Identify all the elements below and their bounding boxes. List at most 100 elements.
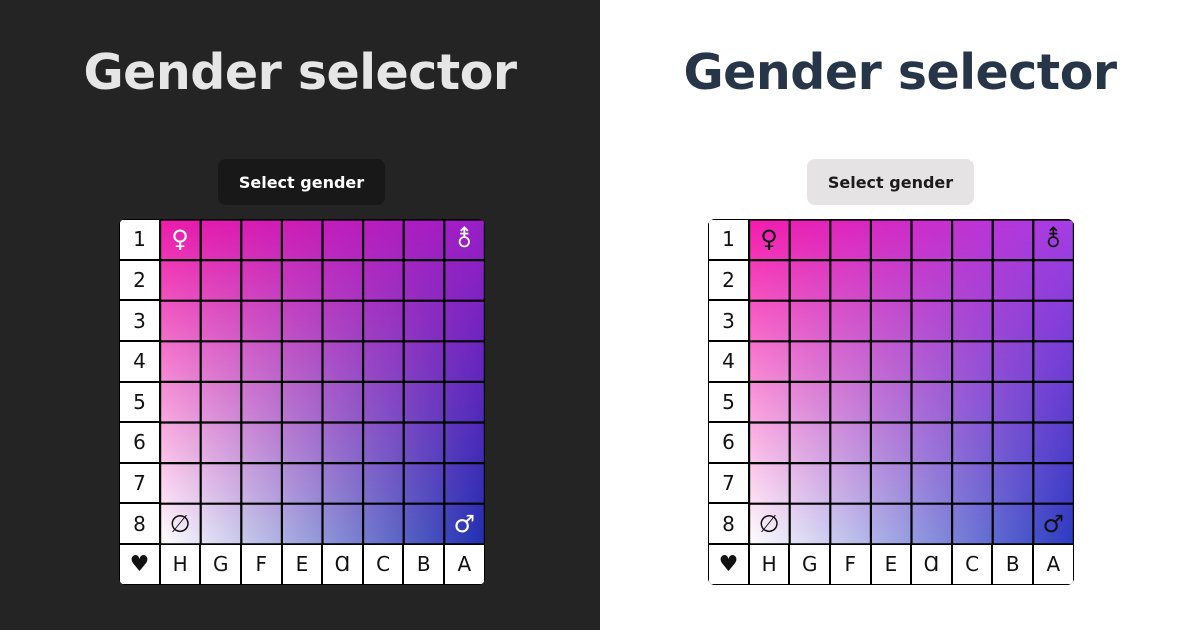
- grid-cell[interactable]: [161, 423, 200, 462]
- grid-cell[interactable]: [953, 504, 992, 543]
- grid-cell[interactable]: [750, 464, 789, 503]
- grid-cell[interactable]: [831, 423, 870, 462]
- grid-cell[interactable]: [283, 464, 322, 503]
- grid-cell[interactable]: [993, 342, 1032, 381]
- grid-cell[interactable]: [404, 301, 443, 340]
- grid-cell[interactable]: [953, 220, 992, 259]
- grid-cell[interactable]: [993, 504, 1032, 543]
- grid-cell[interactable]: [242, 423, 281, 462]
- grid-cell[interactable]: [201, 342, 240, 381]
- grid-cell[interactable]: [993, 220, 1032, 259]
- grid-cell[interactable]: [1034, 261, 1073, 300]
- grid-cell[interactable]: [323, 220, 362, 259]
- grid-cell[interactable]: [831, 261, 870, 300]
- grid-cell[interactable]: [912, 342, 951, 381]
- grid-cell[interactable]: [912, 261, 951, 300]
- grid-cell[interactable]: [283, 423, 322, 462]
- grid-cell[interactable]: [831, 220, 870, 259]
- grid-cell[interactable]: [750, 261, 789, 300]
- grid-cell[interactable]: [201, 504, 240, 543]
- grid-cell[interactable]: [242, 383, 281, 422]
- grid-cell[interactable]: [831, 342, 870, 381]
- grid-cell[interactable]: [323, 383, 362, 422]
- grid-cell[interactable]: [750, 423, 789, 462]
- grid-cell[interactable]: [750, 301, 789, 340]
- grid-cell[interactable]: [201, 220, 240, 259]
- grid-cell[interactable]: [872, 464, 911, 503]
- grid-cell[interactable]: [242, 301, 281, 340]
- grid-cell[interactable]: [445, 261, 484, 300]
- grid-cell[interactable]: [404, 342, 443, 381]
- grid-cell[interactable]: [445, 301, 484, 340]
- grid-cell[interactable]: [242, 504, 281, 543]
- grid-cell[interactable]: [161, 301, 200, 340]
- grid-cell[interactable]: [201, 423, 240, 462]
- grid-cell[interactable]: [242, 464, 281, 503]
- grid-cell[interactable]: [404, 220, 443, 259]
- grid-cell[interactable]: [323, 504, 362, 543]
- grid-cell[interactable]: [993, 423, 1032, 462]
- grid-cell[interactable]: [993, 301, 1032, 340]
- grid-cell[interactable]: [404, 464, 443, 503]
- grid-cell[interactable]: [242, 220, 281, 259]
- grid-cell[interactable]: [1034, 383, 1073, 422]
- grid-cell[interactable]: [953, 383, 992, 422]
- grid-cell[interactable]: [364, 423, 403, 462]
- grid-cell[interactable]: [445, 464, 484, 503]
- grid-cell[interactable]: [323, 464, 362, 503]
- grid-cell[interactable]: [872, 423, 911, 462]
- grid-cell[interactable]: [161, 383, 200, 422]
- select-gender-button[interactable]: Select gender: [807, 159, 974, 205]
- grid-cell[interactable]: [445, 383, 484, 422]
- grid-cell[interactable]: [953, 301, 992, 340]
- grid-cell[interactable]: [1034, 342, 1073, 381]
- grid-cell[interactable]: [283, 383, 322, 422]
- grid-cell[interactable]: [445, 342, 484, 381]
- grid-cell[interactable]: [993, 383, 1032, 422]
- grid-cell[interactable]: [872, 504, 911, 543]
- grid-cell[interactable]: [364, 261, 403, 300]
- grid-cell[interactable]: [283, 301, 322, 340]
- grid-cell[interactable]: [750, 342, 789, 381]
- grid-cell[interactable]: [364, 301, 403, 340]
- grid-cell[interactable]: [364, 220, 403, 259]
- grid-cell[interactable]: [790, 342, 829, 381]
- grid-cell[interactable]: [201, 261, 240, 300]
- grid-cell[interactable]: [404, 383, 443, 422]
- grid-cell[interactable]: [445, 423, 484, 462]
- grid-cell[interactable]: [953, 423, 992, 462]
- grid-cell[interactable]: [242, 261, 281, 300]
- grid-cell[interactable]: [404, 261, 443, 300]
- grid-cell[interactable]: [831, 383, 870, 422]
- grid-cell[interactable]: [750, 383, 789, 422]
- grid-cell[interactable]: [161, 464, 200, 503]
- grid-cell[interactable]: [364, 464, 403, 503]
- grid-cell[interactable]: [323, 301, 362, 340]
- grid-cell[interactable]: [161, 342, 200, 381]
- grid-cell[interactable]: [364, 383, 403, 422]
- grid-cell[interactable]: [364, 504, 403, 543]
- grid-cell[interactable]: [201, 464, 240, 503]
- grid-cell[interactable]: [790, 504, 829, 543]
- grid-cell[interactable]: [161, 261, 200, 300]
- grid-cell[interactable]: [953, 342, 992, 381]
- grid-cell[interactable]: [953, 261, 992, 300]
- grid-cell[interactable]: [323, 423, 362, 462]
- grid-cell[interactable]: [831, 301, 870, 340]
- grid-cell[interactable]: [872, 261, 911, 300]
- grid-cell[interactable]: [912, 301, 951, 340]
- grid-cell[interactable]: [993, 464, 1032, 503]
- grid-cell[interactable]: [912, 423, 951, 462]
- grid-cell[interactable]: [323, 342, 362, 381]
- grid-cell[interactable]: [912, 220, 951, 259]
- grid-cell[interactable]: [831, 464, 870, 503]
- grid-cell[interactable]: [1034, 423, 1073, 462]
- grid-cell[interactable]: [283, 342, 322, 381]
- grid-cell[interactable]: [790, 464, 829, 503]
- grid-cell[interactable]: [404, 504, 443, 543]
- grid-cell[interactable]: [790, 423, 829, 462]
- grid-cell[interactable]: [1034, 301, 1073, 340]
- grid-cell[interactable]: [790, 301, 829, 340]
- grid-cell[interactable]: [993, 261, 1032, 300]
- grid-cell[interactable]: [201, 383, 240, 422]
